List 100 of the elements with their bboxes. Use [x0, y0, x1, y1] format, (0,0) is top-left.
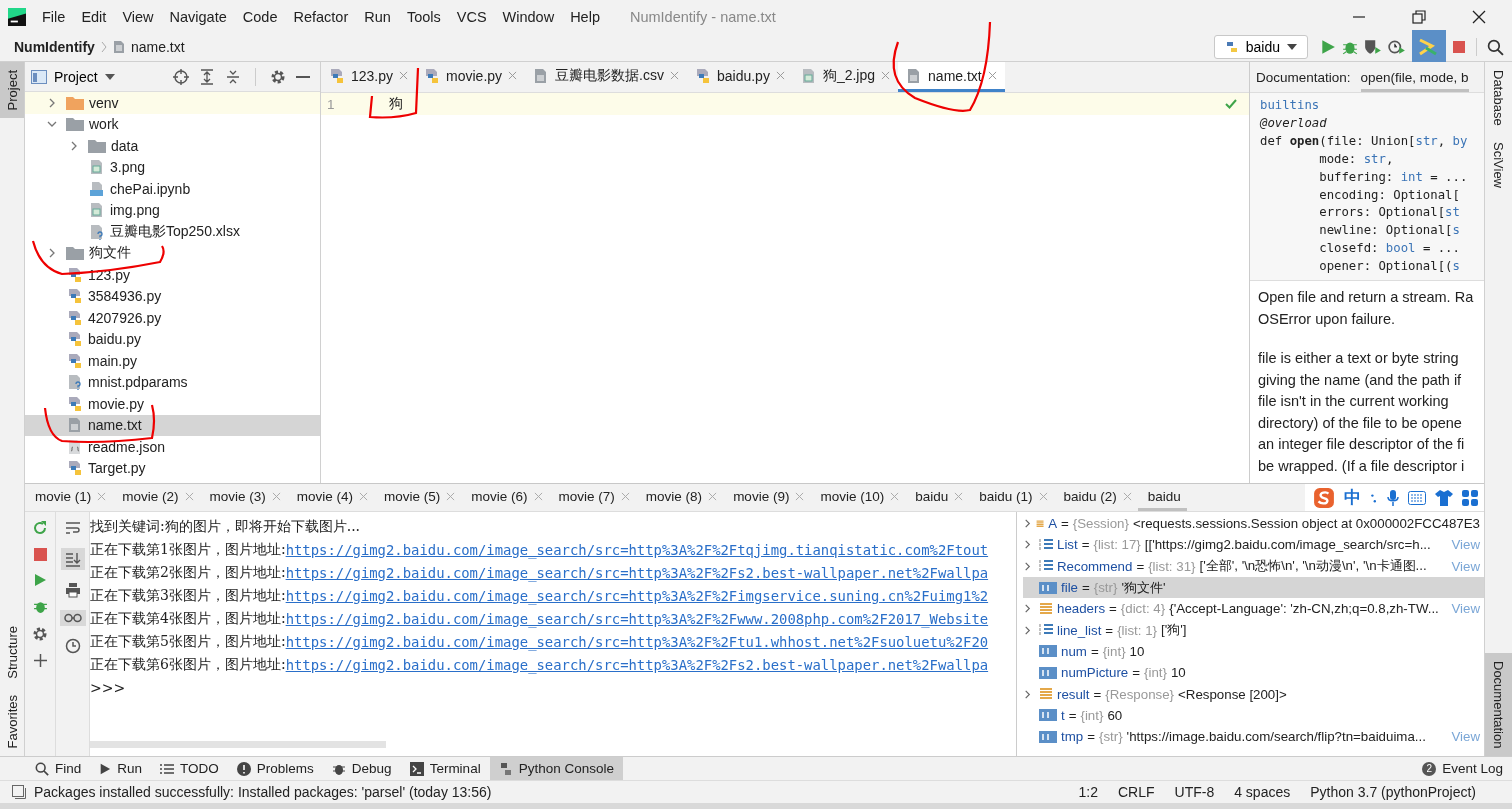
- tool-window-button[interactable]: Find: [26, 757, 91, 780]
- tree-item[interactable]: data: [25, 135, 320, 157]
- menu-item[interactable]: Run: [356, 8, 399, 25]
- variable-row[interactable]: List = {list: 17} [['https://gimg2.baidu.com/image_search/src=h... View: [1023, 534, 1484, 556]
- url-link[interactable]: https://gimg2.baidu.com/image_search/src=http%3A%2F%2Fs2.best-wallpaper.net%2Fwallpa: [285, 656, 989, 673]
- rerun-icon[interactable]: [32, 520, 48, 536]
- chevron-icon[interactable]: [1023, 540, 1032, 550]
- status-item[interactable]: UTF-8: [1168, 784, 1221, 800]
- url-link[interactable]: https://gimg2.baidu.com/image_search/src=http%3A%2F%2Fwww.2008php.com%2F2017_Website: [285, 610, 989, 627]
- tree-item[interactable]: movie.py: [25, 393, 320, 415]
- menu-item[interactable]: Navigate: [161, 8, 235, 25]
- tool-window-tab[interactable]: SciView: [1485, 133, 1512, 196]
- variable-row[interactable]: line_list = {list: 1} ['狗']: [1023, 619, 1484, 641]
- console-tab[interactable]: baidu (1): [969, 484, 1054, 511]
- editor-tab[interactable]: 狗_2.jpg: [792, 62, 899, 92]
- editor-tab[interactable]: movie.py: [416, 62, 526, 92]
- profile-icon[interactable]: [1388, 39, 1406, 55]
- tree-item[interactable]: name.txt: [25, 414, 320, 436]
- settings-icon[interactable]: [32, 626, 48, 642]
- grid-icon[interactable]: [1462, 489, 1478, 506]
- variable-row[interactable]: tmp = {str} 'https://image.baidu.com/search/flip?tn=baiduima... View: [1023, 725, 1484, 748]
- chevron-icon[interactable]: [1023, 561, 1032, 571]
- status-item[interactable]: CRLF: [1111, 784, 1161, 800]
- history-icon[interactable]: [64, 638, 81, 654]
- tool-window-button[interactable]: Debug: [322, 757, 401, 780]
- close-icon[interactable]: [1472, 9, 1486, 24]
- console-tab[interactable]: baidu (2): [1053, 484, 1138, 511]
- tool-window-button[interactable]: Run: [90, 757, 152, 780]
- editor-tab[interactable]: baidu.py: [686, 62, 793, 92]
- menu-item[interactable]: Refactor: [285, 8, 357, 25]
- status-item[interactable]: 4 spaces: [1228, 784, 1297, 800]
- console-tab[interactable]: movie (6): [461, 484, 549, 511]
- tree-item[interactable]: 3.png: [25, 156, 320, 178]
- console-tab[interactable]: baidu: [905, 484, 970, 511]
- breadcrumb-item[interactable]: name.txt: [130, 39, 185, 55]
- menu-item[interactable]: Edit: [73, 8, 115, 25]
- breadcrumb-item[interactable]: NumIdentify: [14, 39, 95, 55]
- bug-icon[interactable]: [32, 599, 48, 614]
- tree-item[interactable]: 3584936.py: [25, 285, 320, 307]
- menu-item[interactable]: File: [34, 8, 74, 25]
- tool-window-button[interactable]: TODO: [151, 757, 228, 780]
- tool-window-button[interactable]: Terminal: [400, 757, 490, 780]
- tool-window-tab[interactable]: Structure: [0, 617, 24, 687]
- tree-item[interactable]: venv: [25, 92, 320, 114]
- variable-row[interactable]: headers = {dict: 4} {'Accept-Language': 'zh-CN,zh;q=0.8,zh-TW... View: [1023, 598, 1484, 620]
- tool-window-tab[interactable]: Favorites: [0, 686, 24, 756]
- variable-row[interactable]: numPicture = {int} 10: [1023, 662, 1484, 684]
- variable-row[interactable]: t = {int} 60: [1023, 704, 1484, 726]
- editor-tab[interactable]: 123.py: [321, 62, 417, 92]
- collapse-all-icon[interactable]: [225, 68, 241, 85]
- stop-icon[interactable]: [33, 548, 47, 561]
- tree-item[interactable]: main.py: [25, 350, 320, 372]
- soft-wrap-icon[interactable]: [64, 520, 81, 536]
- editor-tab[interactable]: name.txt: [898, 62, 1005, 92]
- restore-icon[interactable]: [1412, 9, 1426, 24]
- variable-row[interactable]: A = {Session} <requests.sessions.Session object at 0x000002FCC487E3: [1023, 513, 1484, 535]
- chevron-icon[interactable]: [1023, 689, 1032, 699]
- scroll-to-end-toggle[interactable]: [60, 548, 85, 570]
- search-icon[interactable]: [1487, 38, 1504, 56]
- url-link[interactable]: https://gimg2.baidu.com/image_search/src=http%3A%2F%2Ftu1.whhost.net%2Fsuoluetu%2F20: [285, 633, 989, 650]
- variable-row[interactable]: result = {Response} <Response [200]>: [1023, 683, 1484, 705]
- chevron-icon[interactable]: [1023, 519, 1032, 529]
- editor-tab[interactable]: 豆瓣电影数据.csv: [525, 62, 687, 92]
- menu-item[interactable]: Help: [562, 8, 608, 25]
- plus-icon[interactable]: [33, 654, 47, 667]
- chevron-icon[interactable]: [1023, 604, 1032, 614]
- variable-row[interactable]: file = {str} '狗文件': [1023, 576, 1484, 599]
- menu-item[interactable]: VCS: [448, 8, 495, 25]
- run-icon[interactable]: [33, 573, 47, 587]
- tool-window-tab[interactable]: Project: [0, 62, 24, 119]
- scrollbar[interactable]: [90, 741, 386, 748]
- console-tab[interactable]: movie (4): [286, 484, 375, 511]
- tool-window-tab[interactable]: Database: [1485, 62, 1512, 134]
- stop-icon[interactable]: [1452, 40, 1466, 54]
- shirt-icon[interactable]: [1435, 489, 1453, 506]
- console-tab[interactable]: movie (10): [810, 484, 906, 511]
- microphone-icon[interactable]: [1387, 489, 1399, 506]
- square-icon[interactable]: [12, 785, 26, 799]
- project-view-dropdown[interactable]: Project: [31, 68, 115, 85]
- status-item[interactable]: Python 3.7 (pythonProject): [1304, 784, 1482, 800]
- glasses-toggle[interactable]: [59, 610, 86, 626]
- menu-item[interactable]: Tools: [398, 8, 449, 25]
- tool-window-button[interactable]: Python Console: [489, 757, 623, 780]
- tree-item[interactable]: 4207926.py: [25, 307, 320, 329]
- console-tab[interactable]: movie (2): [112, 484, 200, 511]
- status-item[interactable]: 1:2: [1072, 784, 1104, 800]
- variable-row[interactable]: Recommend = {list: 31} ['全部', '\n恐怖\n', '\n动漫\n', '\n卡通图... View: [1023, 555, 1484, 577]
- expand-all-icon[interactable]: [199, 68, 215, 85]
- menu-item[interactable]: Code: [234, 8, 286, 25]
- s-logo-icon[interactable]: [1313, 486, 1335, 509]
- console-tab[interactable]: movie (9): [723, 484, 811, 511]
- variable-row[interactable]: num = {int} 10: [1023, 640, 1484, 663]
- console-tab[interactable]: movie (5): [374, 484, 462, 511]
- console-tab[interactable]: movie (3): [199, 484, 287, 511]
- tree-item[interactable]: mnist.pdparams: [25, 371, 320, 393]
- tree-item[interactable]: img.png: [25, 199, 320, 221]
- keyboard-icon[interactable]: [1408, 490, 1426, 505]
- print-icon[interactable]: [64, 582, 81, 598]
- console-tab[interactable]: movie (8): [635, 484, 724, 511]
- chevron-icon[interactable]: [1023, 625, 1032, 635]
